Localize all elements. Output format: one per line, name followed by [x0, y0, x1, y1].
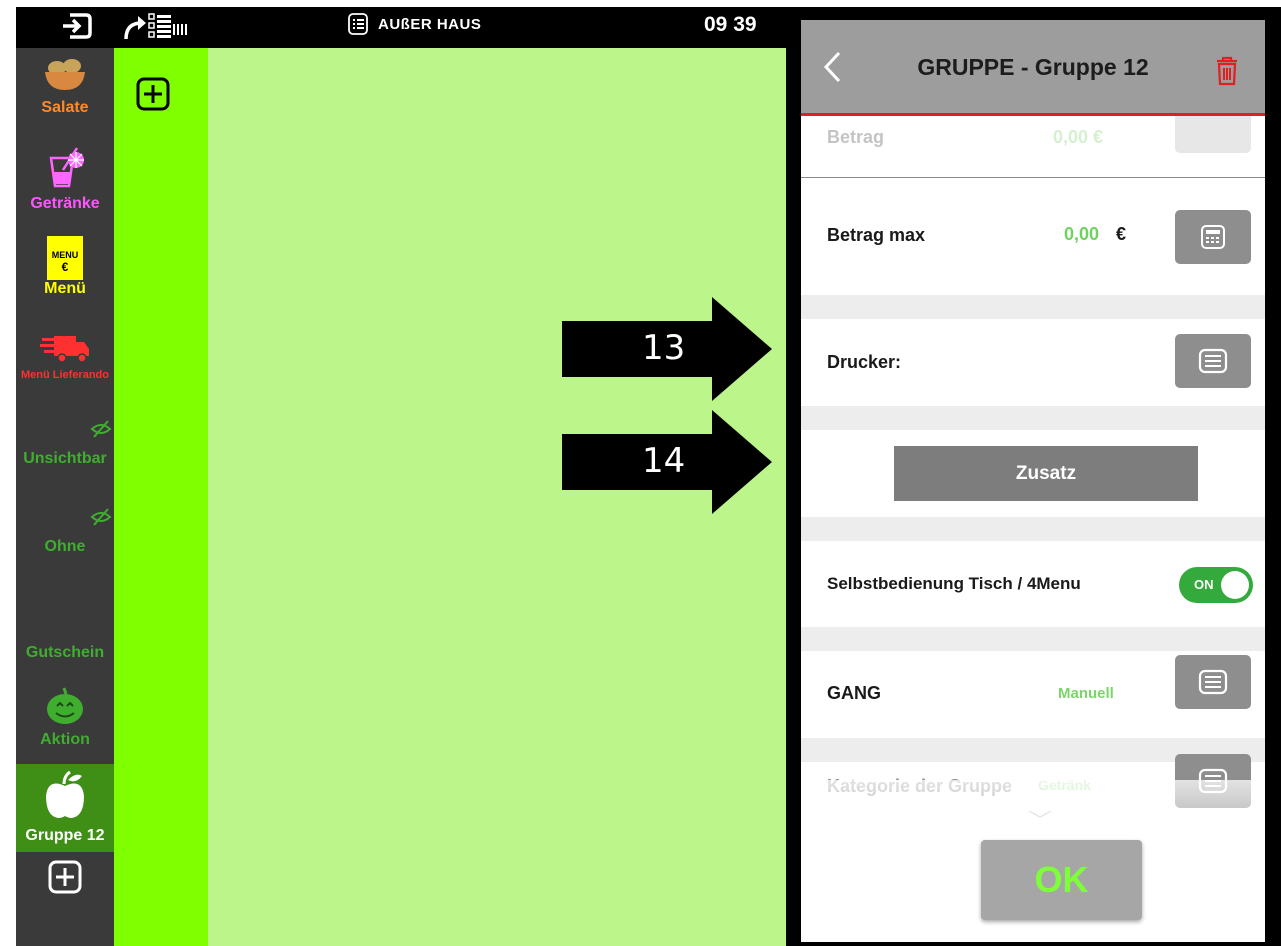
- betrag-label: Betrag: [827, 127, 885, 147]
- category-label: Ohne: [44, 538, 86, 555]
- category-aktion[interactable]: Aktion: [16, 686, 114, 749]
- category-label: Menü Lieferando: [20, 369, 109, 381]
- add-icon: [136, 77, 170, 111]
- selbstbedienung-label: Selbstbedienung Tisch / 4Menu: [827, 574, 1081, 593]
- kategorie-label: Kategorie der Gruppe: [827, 776, 1013, 796]
- apple-icon: [46, 770, 84, 818]
- delivery-truck-icon: [40, 336, 89, 363]
- category-unsichtbar[interactable]: Unsichtbar: [16, 420, 114, 468]
- category-label: Gruppe 12: [25, 827, 105, 844]
- gang-row: GANG Manuell: [801, 651, 1265, 738]
- dialog-header: GRUPPE - Gruppe 12: [801, 20, 1265, 116]
- category-menue-lieferando[interactable]: Menü Lieferando: [16, 334, 114, 381]
- toggle-knob: [1221, 571, 1249, 599]
- zusatz-row: Zusatz: [801, 430, 1265, 517]
- section-separator: [801, 627, 1265, 651]
- pumpkin-icon: [47, 687, 83, 724]
- gang-select-button[interactable]: [1175, 655, 1251, 709]
- category-label: Unsichtbar: [23, 450, 107, 467]
- drucker-row: Drucker:: [801, 319, 1265, 406]
- zusatz-button[interactable]: Zusatz: [894, 446, 1198, 501]
- annotation-arrow-13: 13: [562, 297, 772, 401]
- list-icon: [1198, 669, 1228, 695]
- gang-label: GANG: [827, 683, 881, 703]
- category-sidebar: Salate Getränke MENU € Menü Menü Liefera…: [16, 48, 114, 946]
- order-mode: AUßER HAUS: [348, 13, 481, 35]
- category-label: Menü: [44, 280, 86, 297]
- selbstbedienung-toggle[interactable]: ON: [1179, 567, 1253, 603]
- betrag-value: 0,00 €: [1053, 127, 1104, 147]
- betrag-calculator-button[interactable]: [1175, 113, 1251, 153]
- list-icon: [1198, 348, 1228, 374]
- annotation-arrow-14: 14: [562, 410, 772, 514]
- dialog-title: GRUPPE - Gruppe 12: [917, 54, 1149, 80]
- product-column: [114, 48, 208, 946]
- add-icon: [48, 860, 82, 894]
- app-screen: AUßER HAUS 09 39 Salate Getränke MENU € …: [16, 7, 1281, 946]
- category-menue[interactable]: MENU € Menü: [16, 236, 114, 298]
- kategorie-value: Getränk: [1038, 777, 1091, 793]
- category-label: Gutschein: [25, 644, 105, 661]
- toggle-state: ON: [1194, 577, 1214, 592]
- order-mode-label: AUßER HAUS: [378, 15, 482, 33]
- category-getraenke[interactable]: Getränke: [16, 144, 114, 213]
- hidden-eye-icon: [16, 508, 114, 538]
- ok-button[interactable]: OK: [981, 840, 1142, 920]
- annotation-number: 14: [642, 441, 686, 481]
- category-salate[interactable]: Salate: [16, 54, 114, 117]
- drucker-select-button[interactable]: [1175, 334, 1251, 388]
- exit-icon[interactable]: [60, 11, 94, 46]
- list-icon: [1198, 768, 1228, 794]
- category-gruppe-12[interactable]: Gruppe 12: [16, 764, 114, 852]
- calculator-icon: [1201, 225, 1225, 249]
- selbstbedienung-row: Selbstbedienung Tisch / 4Menu ON: [801, 541, 1265, 627]
- gang-value: Manuell: [1058, 685, 1114, 702]
- currency-symbol: €: [1116, 224, 1127, 244]
- betrag-max-calculator-button[interactable]: [1175, 210, 1251, 264]
- top-bar: AUßER HAUS 09 39: [16, 7, 786, 48]
- list-icon: [348, 13, 368, 35]
- salad-bowl-icon: [45, 59, 85, 90]
- drucker-label: Drucker:: [827, 352, 902, 372]
- category-gutschein[interactable]: Gutschein: [16, 644, 114, 662]
- annotation-number: 13: [642, 328, 686, 368]
- category-ohne[interactable]: Ohne: [16, 508, 114, 556]
- betrag-row: Betrag 0,00 €: [801, 113, 1265, 177]
- section-separator: [801, 517, 1265, 541]
- clock: 09 39: [704, 13, 757, 36]
- section-separator: [801, 406, 1265, 430]
- category-label: Getränke: [30, 195, 100, 212]
- betrag-max-row: Betrag max 0,00 €: [801, 178, 1265, 295]
- kategorie-select-button[interactable]: [1175, 754, 1251, 808]
- section-separator: [801, 295, 1265, 319]
- category-label: Salate: [41, 99, 89, 116]
- menu-card-icon: MENU €: [47, 236, 83, 280]
- betrag-max-label: Betrag max: [827, 225, 926, 245]
- betrag-max-value: 0,00: [1064, 224, 1100, 244]
- add-category-button[interactable]: [16, 860, 114, 899]
- group-settings-dialog: Betrag 0,00 € GRUPPE - Gruppe 12 Betrag …: [801, 20, 1265, 942]
- add-product-button[interactable]: [136, 77, 170, 116]
- redirect-list-icon[interactable]: [122, 11, 202, 48]
- category-label: Aktion: [40, 731, 90, 748]
- drink-glass-icon: [49, 147, 84, 188]
- trash-icon[interactable]: [1215, 56, 1239, 91]
- chevron-down-icon[interactable]: [1027, 806, 1053, 824]
- hidden-eye-icon: [16, 420, 114, 450]
